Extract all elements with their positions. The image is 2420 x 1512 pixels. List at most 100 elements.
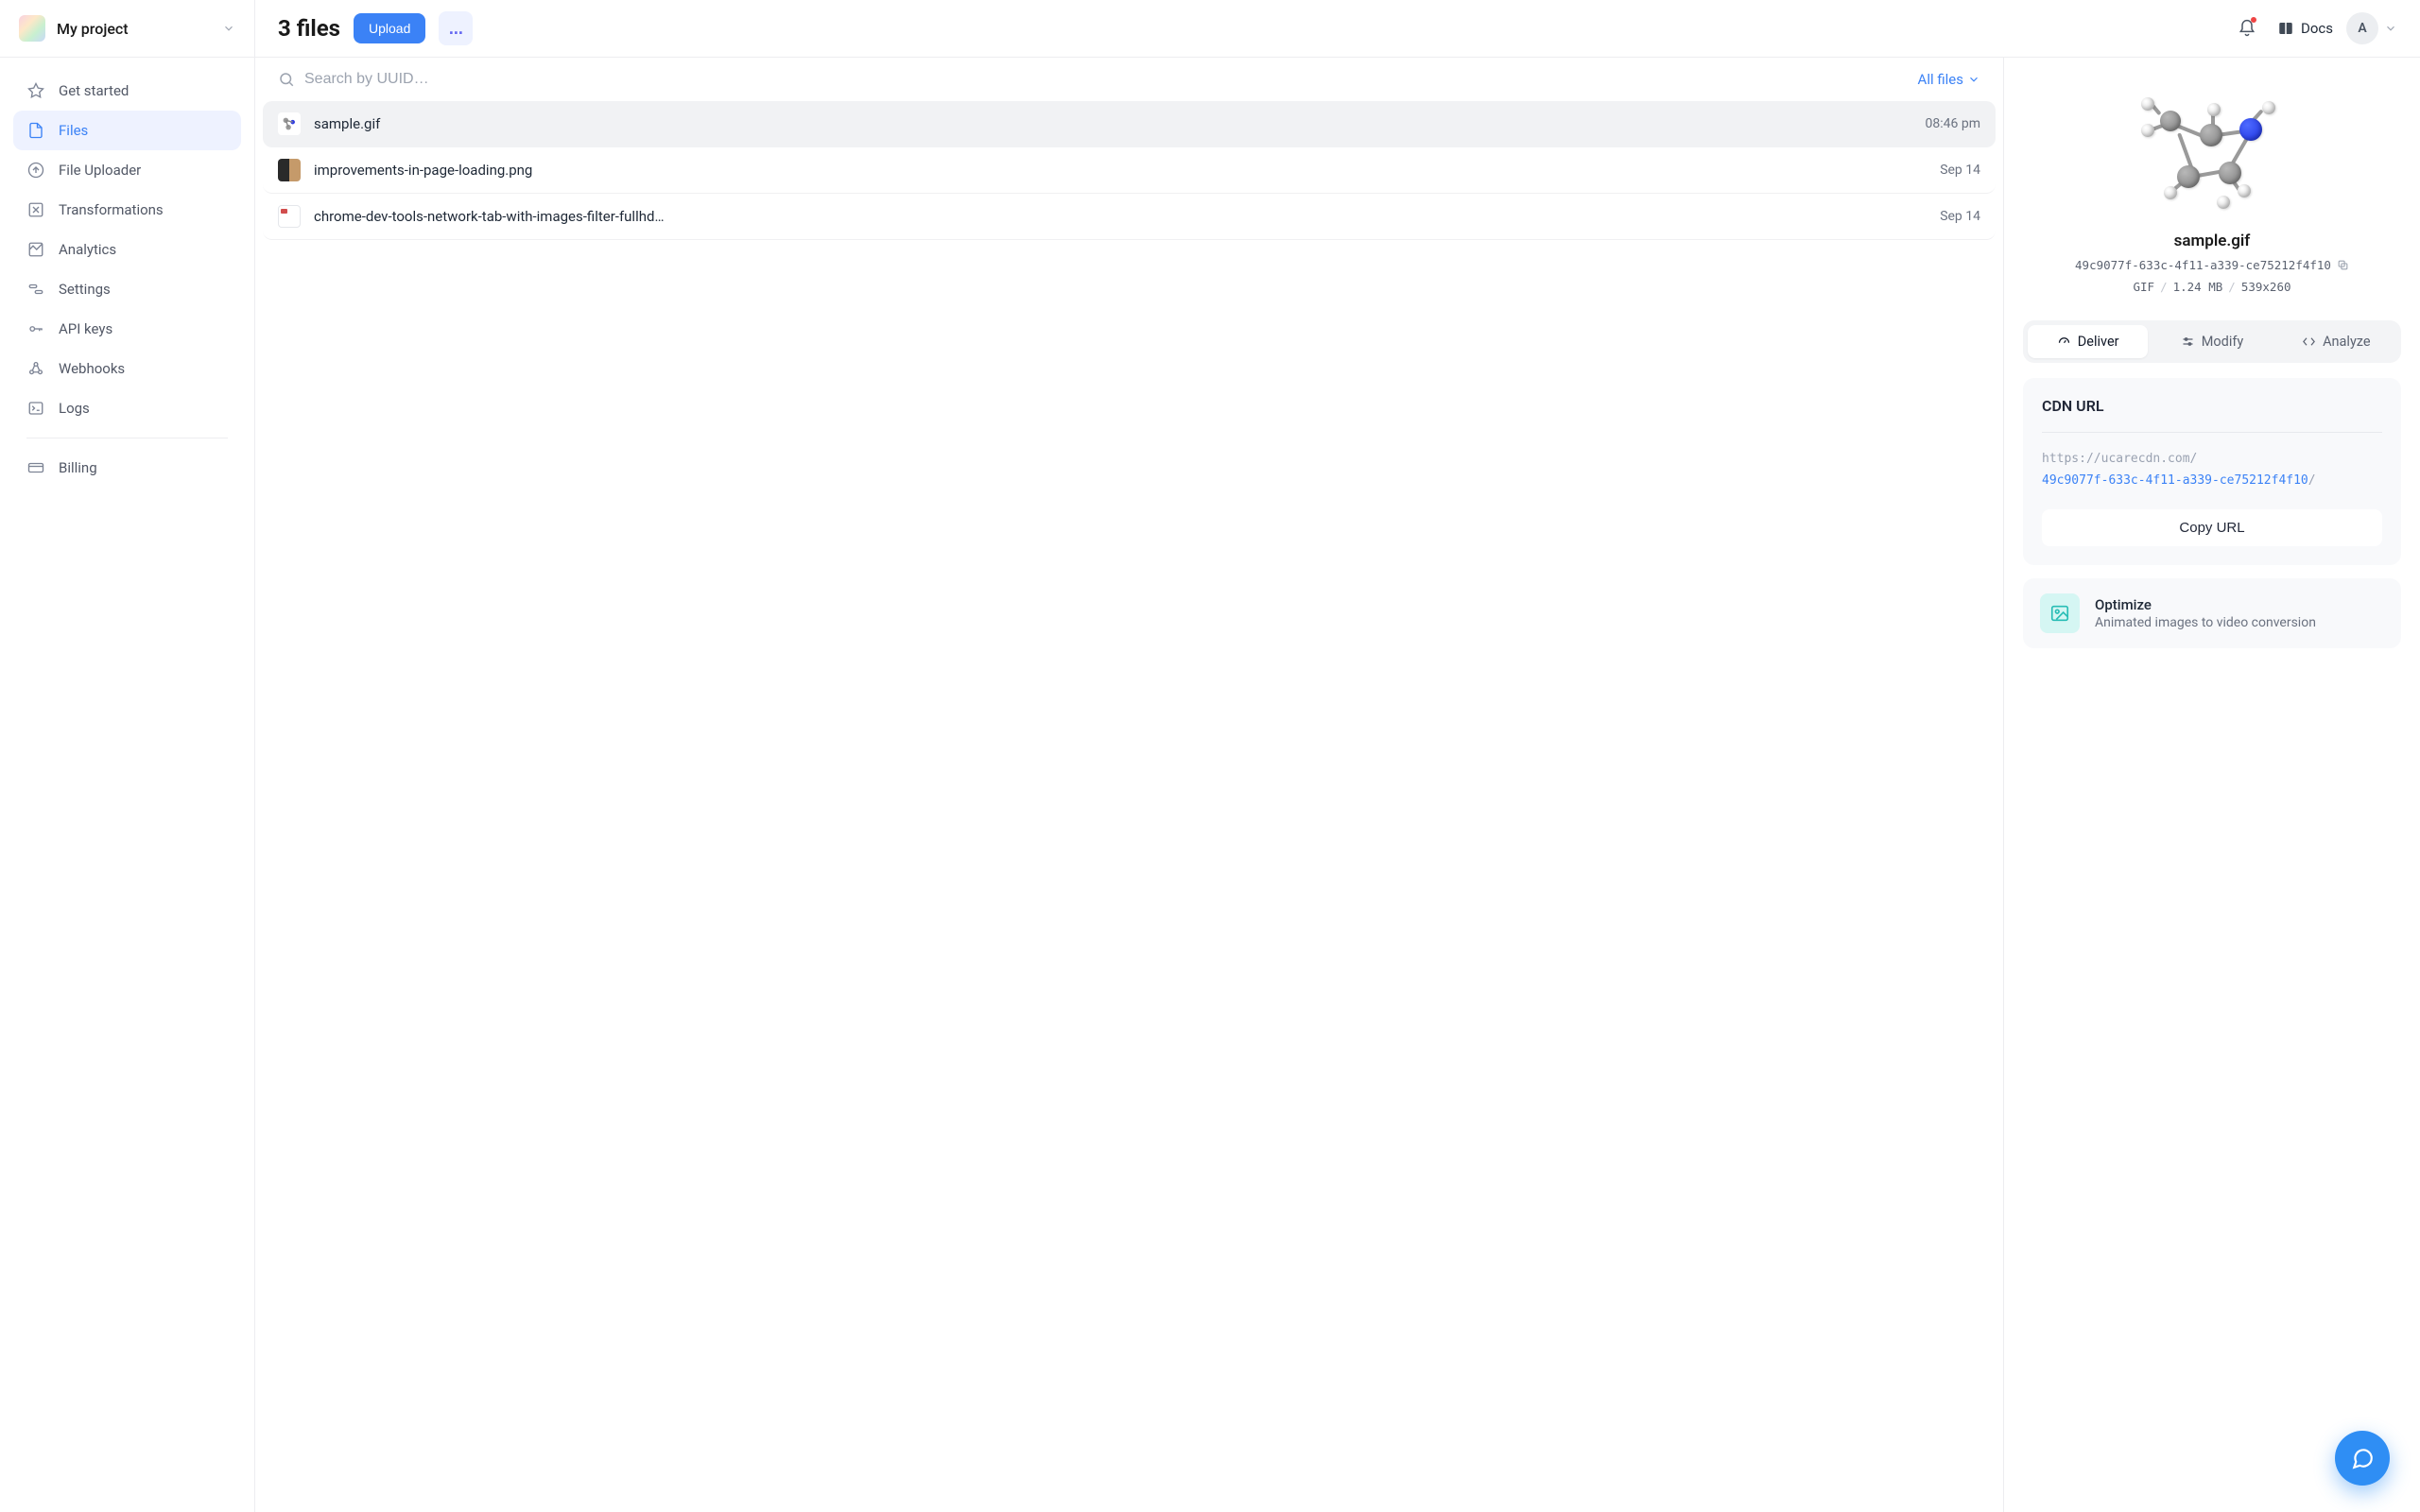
sidebar-item-settings[interactable]: Settings [13,269,241,309]
logs-icon [26,399,45,418]
detail-format: GIF [2133,280,2154,294]
billing-icon [26,458,45,477]
code-icon [2302,335,2316,349]
avatar: A [2346,12,2378,44]
file-preview [2023,77,2401,232]
sidebar-item-transformations[interactable]: Transformations [13,190,241,230]
project-logo [19,15,45,42]
sidebar-item-label: File Uploader [59,162,141,179]
molecule-preview-image [2122,84,2302,216]
sidebar-item-files[interactable]: Files [13,111,241,150]
file-date: 08:46 pm [1926,116,1980,131]
file-date: Sep 14 [1940,209,1980,224]
sidebar-item-file-uploader[interactable]: File Uploader [13,150,241,190]
sidebar-nav: Get started Files File Uploader Transfor… [0,58,254,501]
sidebar-item-get-started[interactable]: Get started [13,71,241,111]
book-icon [2277,20,2294,37]
cdn-url-panel: CDN URL https://ucarecdn.com/ 49c9077f-6… [2023,378,2401,565]
sidebar-item-label: Billing [59,459,97,476]
more-button[interactable]: ... [439,11,473,45]
detail-filename: sample.gif [2023,232,2401,250]
sidebar-item-label: Settings [59,281,111,298]
file-row[interactable]: improvements-in-page-loading.png Sep 14 [263,147,1996,194]
sidebar-item-logs[interactable]: Logs [13,388,241,428]
sliders-icon [2181,335,2195,349]
docs-link[interactable]: Docs [2277,20,2333,37]
tab-deliver[interactable]: Deliver [2028,325,2148,358]
detail-meta: GIF/1.24 MB/539x260 [2023,280,2401,294]
settings-icon [26,280,45,299]
file-name: sample.gif [314,115,1912,132]
file-row[interactable]: sample.gif 08:46 pm [263,101,1996,147]
detail-tabs: Deliver Modify Analyze [2023,320,2401,363]
tab-analyze[interactable]: Analyze [2276,325,2396,358]
file-thumb [278,159,301,181]
project-name: My project [57,20,222,38]
chevron-down-icon [1967,73,1980,86]
sidebar-item-label: Logs [59,400,90,417]
cdn-url-title: CDN URL [2042,397,2382,415]
search-icon [278,71,295,88]
filter-label: All files [1918,71,1963,88]
topbar: 3 files Upload ... Docs A [255,0,2420,58]
file-name: improvements-in-page-loading.png [314,162,1927,179]
docs-label: Docs [2301,20,2333,37]
upload-icon [26,161,45,180]
project-selector[interactable]: My project [0,0,254,58]
search-input[interactable] [304,71,1909,88]
file-row[interactable]: chrome-dev-tools-network-tab-with-images… [263,194,1996,240]
file-thumb [278,205,301,228]
sidebar: My project Get started Files File Upload… [0,0,255,1512]
cdn-url-host: https://ucarecdn.com/ [2042,452,2197,466]
gauge-icon [2057,335,2071,349]
upload-button[interactable]: Upload [354,13,425,43]
tab-modify[interactable]: Modify [2152,325,2272,358]
sidebar-item-webhooks[interactable]: Webhooks [13,349,241,388]
help-chat-button[interactable] [2335,1431,2390,1486]
detail-uuid: 49c9077f-633c-4f11-a339-ce75212f4f10 [2075,258,2331,272]
tab-label: Analyze [2323,334,2371,350]
sidebar-item-label: Get started [59,82,129,99]
star-icon [26,81,45,100]
detail-size: 1.24 MB [2173,280,2223,294]
key-icon [26,319,45,338]
file-thumb [278,112,301,135]
webhook-icon [26,359,45,378]
filter-dropdown[interactable]: All files [1918,71,1980,88]
copy-url-button[interactable]: Copy URL [2042,509,2382,546]
copy-uuid-button[interactable] [2337,259,2349,271]
file-name: chrome-dev-tools-network-tab-with-images… [314,208,1927,225]
sidebar-item-label: Analytics [59,241,116,258]
files-column: All files sample.gif 08:46 pm impro [255,58,2004,1512]
optimize-promo[interactable]: Optimize Animated images to video conver… [2023,578,2401,648]
notification-dot [2251,17,2256,23]
cdn-url-uuid: 49c9077f-633c-4f11-a339-ce75212f4f10 [2042,473,2308,488]
tab-label: Deliver [2078,334,2119,350]
detail-dimensions: 539x260 [2241,280,2291,294]
sidebar-item-billing[interactable]: Billing [13,448,241,488]
transform-icon [26,200,45,219]
analytics-icon [26,240,45,259]
sidebar-item-label: API keys [59,320,112,337]
notifications-button[interactable] [2230,11,2264,45]
file-date: Sep 14 [1940,163,1980,178]
file-icon [26,121,45,140]
image-icon [2040,593,2080,633]
detail-panel: sample.gif 49c9077f-633c-4f11-a339-ce752… [2004,58,2420,1512]
account-menu[interactable]: A [2346,12,2397,44]
sidebar-item-label: Files [59,122,88,139]
chevron-down-icon [222,22,235,35]
promo-title: Optimize [2095,596,2316,613]
tab-label: Modify [2202,334,2244,350]
cdn-url-trailing: / [2308,473,2316,488]
chevron-down-icon [2384,22,2397,35]
page-title: 3 files [278,15,340,42]
detail-uuid-row: 49c9077f-633c-4f11-a339-ce75212f4f10 [2023,258,2401,272]
files-search-bar: All files [255,58,2003,101]
cdn-url-value: https://ucarecdn.com/ 49c9077f-633c-4f11… [2042,432,2382,492]
files-list: sample.gif 08:46 pm improvements-in-page… [255,101,2003,248]
chat-icon [2350,1446,2375,1470]
sidebar-item-api-keys[interactable]: API keys [13,309,241,349]
sidebar-item-analytics[interactable]: Analytics [13,230,241,269]
promo-subtitle: Animated images to video conversion [2095,615,2316,630]
